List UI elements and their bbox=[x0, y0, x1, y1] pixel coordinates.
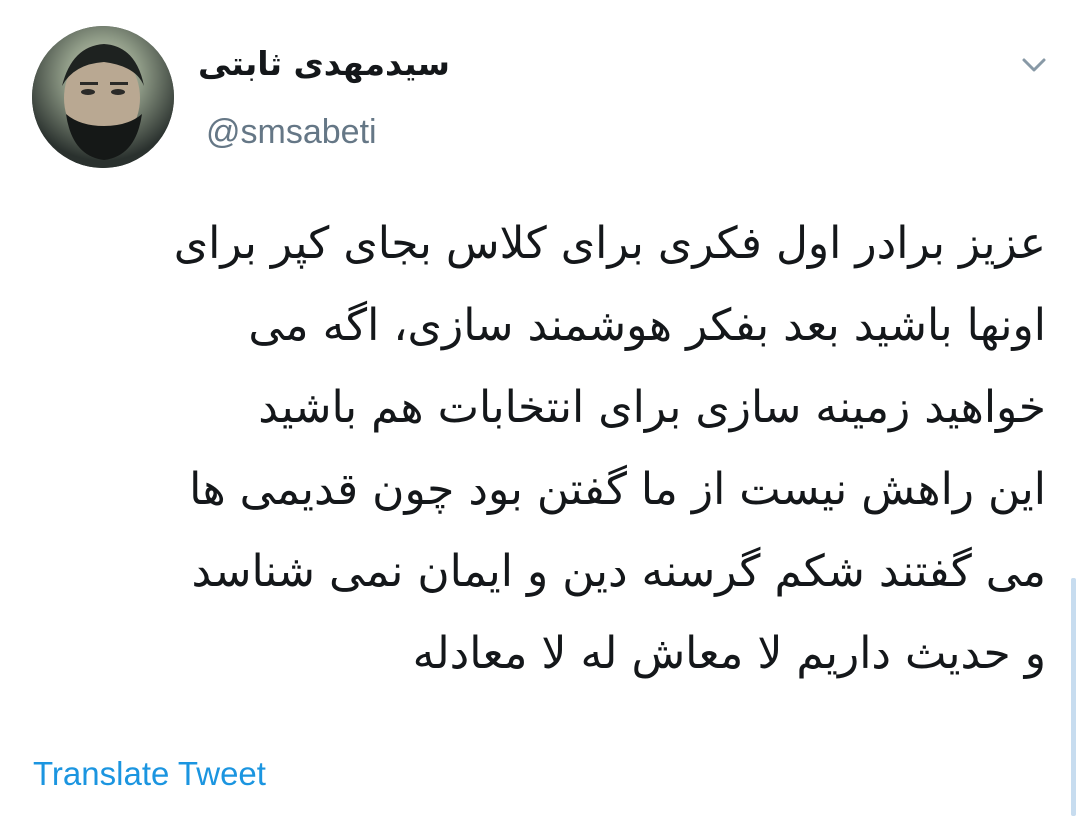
tweet-text-line: خواهید زمینه سازی برای انتخابات هم باشید bbox=[258, 382, 1046, 433]
tweet-menu-button[interactable] bbox=[1016, 50, 1052, 80]
tweet-card: سیدمهدی ثابتی @smsabeti عزیز برادر اول ف… bbox=[0, 0, 1077, 816]
author-handle[interactable]: @smsabeti bbox=[206, 110, 377, 154]
tweet-text-line: عزیز برادر اول فکری برای کلاس بجای کپر ب… bbox=[173, 218, 1046, 269]
tweet-text-line: اونها باشید بعد بفکر هوشمند سازی، اگه می bbox=[248, 300, 1046, 351]
avatar[interactable] bbox=[32, 26, 174, 168]
scrollbar[interactable] bbox=[1071, 578, 1076, 816]
tweet-text-line: این راهش نیست از ما گفتن بود چون قدیمی ه… bbox=[189, 464, 1046, 515]
profile-photo-icon bbox=[32, 26, 174, 168]
tweet-text: عزیز برادر اول فکری برای کلاس بجای کپر ب… bbox=[40, 203, 1046, 695]
chevron-down-icon bbox=[1022, 58, 1046, 72]
author-display-name[interactable]: سیدمهدی ثابتی bbox=[198, 40, 450, 88]
translate-tweet-link[interactable]: Translate Tweet bbox=[33, 752, 266, 796]
tweet-text-line: و حدیث داریم لا معاش له لا معادله bbox=[412, 628, 1046, 679]
tweet-text-line: می گفتند شکم گرسنه دین و ایمان نمی شناسد bbox=[191, 546, 1046, 597]
